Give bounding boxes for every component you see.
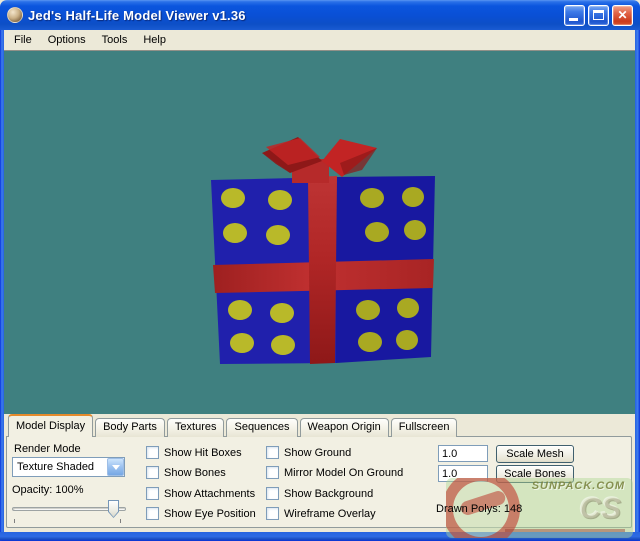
slider-tick-start: [14, 519, 15, 523]
title-bar[interactable]: Jed's Half-Life Model Viewer v1.36 ✕: [0, 0, 640, 30]
tab-fullscreen[interactable]: Fullscreen: [391, 418, 458, 437]
tab-textures[interactable]: Textures: [167, 418, 225, 437]
checkbox-wireframe-overlay[interactable]: Wireframe Overlay: [266, 506, 376, 521]
slider-thumb[interactable]: [108, 500, 119, 518]
slider-tick-end: [120, 519, 121, 523]
checkbox-mirror-model-on-ground[interactable]: Mirror Model On Ground: [266, 465, 403, 480]
scale-bones-input[interactable]: [438, 465, 488, 482]
checkbox-label: Wireframe Overlay: [284, 508, 376, 520]
control-panel: Model Display Body Parts Textures Sequen…: [4, 414, 635, 532]
menu-options[interactable]: Options: [40, 31, 94, 49]
tab-strip: Model Display Body Parts Textures Sequen…: [8, 414, 459, 437]
menu-bar: File Options Tools Help: [4, 30, 635, 51]
checkbox-show-attachments[interactable]: Show Attachments: [146, 486, 255, 501]
checkbox-icon: [146, 507, 159, 520]
render-mode-value: Texture Shaded: [13, 458, 107, 476]
tab-sequences[interactable]: Sequences: [226, 418, 297, 437]
slider-thumb-face: [109, 501, 118, 517]
app-window: Jed's Half-Life Model Viewer v1.36 ✕ Fil…: [0, 0, 640, 541]
checkbox-icon: [266, 466, 279, 479]
window-border-right: [635, 30, 640, 541]
tab-model-display[interactable]: Model Display: [8, 414, 93, 437]
checkbox-show-eye-position[interactable]: Show Eye Position: [146, 506, 256, 521]
checkbox-show-background[interactable]: Show Background: [266, 486, 373, 501]
menu-file[interactable]: File: [6, 31, 40, 49]
menu-tools[interactable]: Tools: [94, 31, 136, 49]
render-mode-label: Render Mode: [14, 443, 81, 455]
menu-help[interactable]: Help: [135, 31, 174, 49]
checkbox-label: Show Attachments: [164, 488, 255, 500]
minimize-button[interactable]: [564, 5, 585, 26]
drawn-polys-status: Drawn Polys: 148: [436, 503, 522, 515]
tab-weapon-origin[interactable]: Weapon Origin: [300, 418, 389, 437]
gift-box-model: [4, 51, 635, 414]
opacity-slider[interactable]: [12, 500, 126, 522]
ribbon-vertical: [308, 176, 337, 364]
window-border-bottom: [0, 532, 640, 541]
app-icon: [7, 7, 23, 23]
checkbox-icon: [146, 446, 159, 459]
minimize-icon: [569, 18, 578, 21]
maximize-button[interactable]: [588, 5, 609, 26]
checkbox-label: Show Background: [284, 488, 373, 500]
maximize-icon: [593, 10, 604, 20]
tab-body-parts[interactable]: Body Parts: [95, 418, 165, 437]
checkbox-label: Show Hit Boxes: [164, 447, 242, 459]
scale-mesh-input[interactable]: [438, 445, 488, 462]
window-title: Jed's Half-Life Model Viewer v1.36: [28, 8, 246, 23]
chevron-down-icon: [112, 465, 120, 470]
checkbox-show-ground[interactable]: Show Ground: [266, 445, 351, 460]
checkbox-icon: [146, 466, 159, 479]
close-button[interactable]: ✕: [612, 5, 633, 26]
checkbox-icon: [266, 507, 279, 520]
checkbox-show-bones[interactable]: Show Bones: [146, 465, 226, 480]
window-border-left: [0, 30, 4, 541]
checkbox-label: Show Bones: [164, 467, 226, 479]
checkbox-icon: [146, 487, 159, 500]
checkbox-show-hit-boxes[interactable]: Show Hit Boxes: [146, 445, 242, 460]
checkbox-label: Show Eye Position: [164, 508, 256, 520]
checkbox-label: Show Ground: [284, 447, 351, 459]
scale-mesh-button[interactable]: Scale Mesh: [496, 445, 574, 463]
opacity-label: Opacity: 100%: [12, 484, 84, 496]
bow: [262, 137, 377, 183]
model-viewport[interactable]: [4, 51, 635, 414]
checkbox-label: Mirror Model On Ground: [284, 467, 403, 479]
scale-bones-button[interactable]: Scale Bones: [496, 465, 574, 483]
checkbox-icon: [266, 446, 279, 459]
dropdown-button[interactable]: [107, 458, 124, 476]
render-mode-dropdown[interactable]: Texture Shaded: [12, 457, 125, 477]
checkbox-icon: [266, 487, 279, 500]
